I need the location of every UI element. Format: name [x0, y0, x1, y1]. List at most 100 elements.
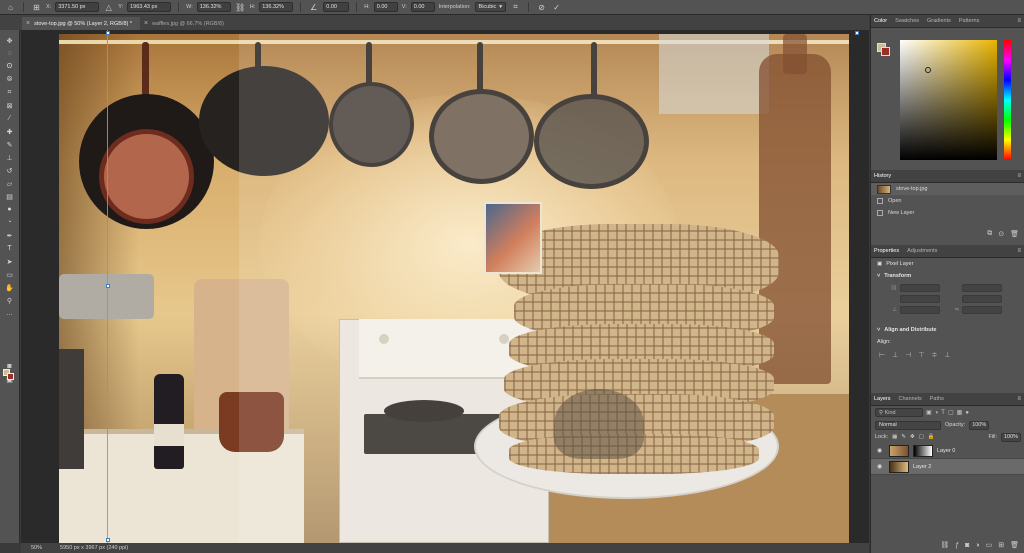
gradient-tool-icon[interactable]: ▤: [3, 190, 17, 203]
warp-icon[interactable]: ⌗: [510, 2, 521, 13]
lasso-tool-icon[interactable]: ʘ: [3, 60, 17, 73]
clone-stamp-tool-icon[interactable]: ⊥: [3, 151, 17, 164]
align-section-header[interactable]: ˅ Align and Distribute: [871, 324, 1024, 336]
home-icon[interactable]: ⌂: [5, 2, 16, 13]
history-brush-tool-icon[interactable]: ↺: [3, 164, 17, 177]
tab-layers[interactable]: Layers: [874, 396, 891, 402]
zoom-level[interactable]: 50%: [31, 545, 42, 551]
panel-menu-icon[interactable]: ≡: [1017, 173, 1021, 179]
adjustment-layer-icon[interactable]: ◑: [975, 542, 979, 549]
flip-field[interactable]: [962, 306, 1002, 314]
transform-width-field[interactable]: [900, 284, 940, 292]
tab-stove-top[interactable]: × stove-top.jpg @ 50% (Layer 2, RGB/8) *: [22, 17, 140, 30]
background-color-swatch[interactable]: [881, 47, 890, 56]
zoom-tool-icon[interactable]: ⚲: [3, 294, 17, 307]
align-middle-icon[interactable]: ≑: [931, 351, 937, 359]
align-center-icon[interactable]: ⊥: [892, 351, 898, 359]
rectangle-tool-icon[interactable]: ▭: [3, 268, 17, 281]
layer-kind-filter[interactable]: ⚲ Kind: [875, 408, 923, 417]
healing-brush-tool-icon[interactable]: ✚: [3, 125, 17, 138]
blend-mode-dropdown[interactable]: Normal: [875, 420, 941, 430]
tab-waffles[interactable]: × waffles.jpg @ 66.7% (RGB/8): [140, 17, 232, 30]
new-layer-icon[interactable]: ⊞: [998, 541, 1004, 549]
width-input[interactable]: 136.32%: [196, 2, 231, 12]
close-icon[interactable]: ×: [26, 20, 30, 27]
align-bottom-icon[interactable]: ⊥: [944, 351, 950, 359]
background-color-swatch[interactable]: [7, 373, 14, 380]
commit-transform-icon[interactable]: ✓: [551, 2, 562, 13]
dodge-tool-icon[interactable]: ◔: [3, 216, 17, 229]
transform-section-header[interactable]: ˅ Transform: [871, 270, 1024, 282]
flip-icon[interactable]: ⇋: [943, 307, 959, 313]
lock-all-icon[interactable]: 🔒: [928, 434, 935, 440]
frame-tool-icon[interactable]: ⊠: [3, 99, 17, 112]
panel-menu-icon[interactable]: ≡: [1017, 396, 1021, 402]
link-layers-icon[interactable]: ⛓: [940, 541, 949, 549]
close-icon[interactable]: ×: [144, 20, 148, 27]
marquee-tool-icon[interactable]: ◌: [3, 47, 17, 60]
link-icon[interactable]: ⛓: [881, 285, 897, 291]
align-right-icon[interactable]: ⊣: [905, 351, 911, 359]
shape-filter-icon[interactable]: ▢: [948, 409, 954, 416]
link-icon[interactable]: ⛓: [235, 2, 246, 13]
image-filter-icon[interactable]: ▣: [926, 409, 932, 416]
type-tool-icon[interactable]: T: [3, 242, 17, 255]
fill-input[interactable]: 100%: [1001, 432, 1021, 442]
history-snapshot[interactable]: stove-top.jpg: [871, 183, 1024, 195]
transform-height-field[interactable]: [962, 284, 1002, 292]
hand-tool-icon[interactable]: ✋: [3, 281, 17, 294]
height-input[interactable]: 136.32%: [259, 2, 294, 12]
layer-mask-thumbnail[interactable]: [913, 444, 933, 457]
lock-pixels-icon[interactable]: ✎: [901, 434, 906, 440]
eye-icon[interactable]: ◉: [877, 463, 885, 470]
type-filter-icon[interactable]: T: [941, 410, 945, 416]
tab-adjustments[interactable]: Adjustments: [907, 248, 937, 254]
hskew-input[interactable]: 0.00: [373, 2, 398, 12]
hue-slider[interactable]: [1004, 40, 1011, 160]
color-picker-field[interactable]: [900, 40, 997, 160]
adjustment-filter-icon[interactable]: ◑: [935, 410, 939, 416]
tab-color[interactable]: Color: [874, 18, 887, 24]
interpolation-dropdown[interactable]: Bicubic ▾: [474, 2, 507, 12]
x-input[interactable]: 3371.50 px: [55, 2, 100, 12]
lock-position-icon[interactable]: ✥: [910, 434, 915, 440]
align-left-icon[interactable]: ⊢: [879, 351, 885, 359]
add-mask-icon[interactable]: ◙: [965, 542, 969, 549]
transform-handle[interactable]: [106, 31, 110, 35]
more-tools-icon[interactable]: …: [3, 307, 17, 320]
eye-icon[interactable]: ◉: [877, 447, 885, 454]
trash-icon[interactable]: 🗑: [1010, 230, 1019, 238]
relative-position-icon[interactable]: △: [103, 2, 114, 13]
transform-x-field[interactable]: [900, 295, 940, 303]
canvas-area[interactable]: [21, 30, 869, 543]
eyedropper-tool-icon[interactable]: ⁄: [3, 112, 17, 125]
quick-select-tool-icon[interactable]: ⦾: [3, 73, 17, 86]
tab-channels[interactable]: Channels: [899, 396, 922, 402]
cancel-transform-icon[interactable]: ⊘: [536, 2, 547, 13]
panel-menu-icon[interactable]: ≡: [1017, 248, 1021, 254]
panel-menu-icon[interactable]: ≡: [1017, 18, 1021, 24]
pen-tool-icon[interactable]: ✒: [3, 229, 17, 242]
transform-angle-field[interactable]: [900, 306, 940, 314]
smart-object-filter-icon[interactable]: ▦: [957, 409, 963, 416]
angle-input[interactable]: 0.00: [323, 2, 350, 12]
filter-toggle-icon[interactable]: ●: [965, 410, 969, 416]
y-input[interactable]: 1963.43 px: [127, 2, 172, 12]
vskew-input[interactable]: 0.00: [410, 2, 435, 12]
lock-transparency-icon[interactable]: ▦: [892, 434, 897, 440]
tab-gradients[interactable]: Gradients: [927, 18, 951, 24]
transform-y-field[interactable]: [962, 295, 1002, 303]
document-canvas[interactable]: [59, 34, 849, 543]
brush-tool-icon[interactable]: ✎: [3, 138, 17, 151]
opacity-input[interactable]: 100%: [969, 420, 990, 430]
transform-handle[interactable]: [106, 284, 110, 288]
new-group-icon[interactable]: ▭: [986, 541, 993, 549]
new-document-from-state-icon[interactable]: ⧉: [987, 230, 992, 238]
reference-point-icon[interactable]: ⊞: [31, 2, 42, 13]
layer-row-layer-0[interactable]: ◉ Layer 0: [871, 443, 1024, 459]
layer-row-layer-2[interactable]: ◉ Layer 2: [871, 459, 1024, 475]
document-info[interactable]: 5950 px x 3967 px (240 ppi): [60, 545, 128, 551]
lock-artboard-icon[interactable]: ▢: [919, 434, 924, 440]
tab-paths[interactable]: Paths: [930, 396, 944, 402]
fx-icon[interactable]: ƒ: [955, 542, 959, 549]
